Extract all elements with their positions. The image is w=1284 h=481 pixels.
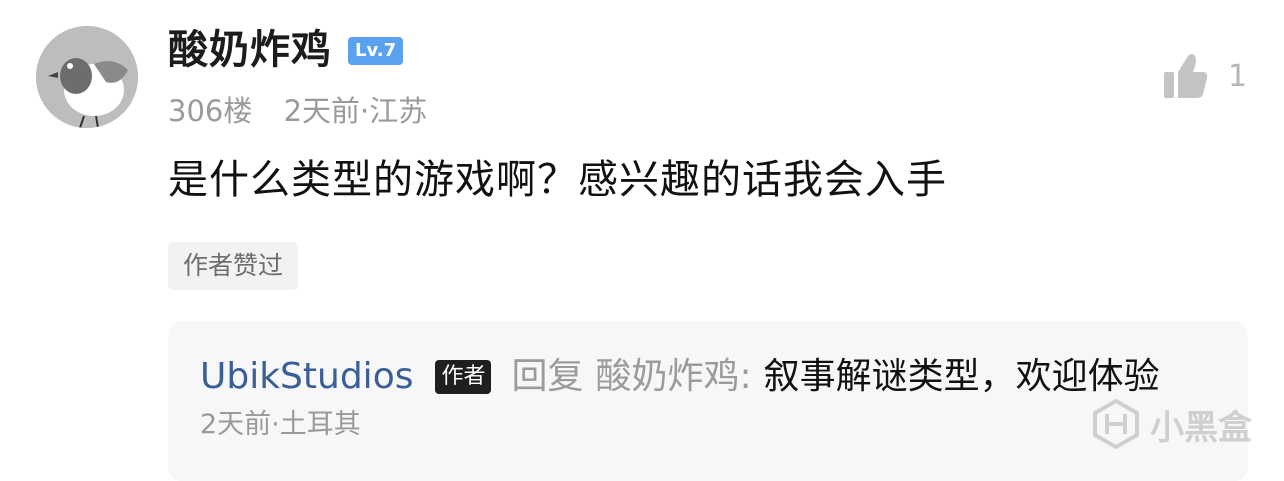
reply-box[interactable]: UbikStudios 作者 回复 酸奶炸鸡: 叙事解谜类型，欢迎体验 2天前·… (168, 321, 1248, 481)
reply-line: UbikStudios 作者 回复 酸奶炸鸡: 叙事解谜类型，欢迎体验 (200, 355, 1160, 399)
like-button[interactable]: 1 (1162, 52, 1247, 100)
reply-text: 叙事解谜类型，欢迎体验 (763, 356, 1160, 397)
username[interactable]: 酸奶炸鸡 (168, 26, 332, 74)
floor-number: 306楼 (168, 94, 253, 128)
watermark: 小黑盒 (1090, 398, 1252, 450)
author-tag: 作者 (435, 360, 492, 394)
like-count: 1 (1228, 58, 1248, 94)
heybox-logo-icon (1093, 398, 1139, 450)
post-time-location: 2天前·江苏 (283, 94, 428, 128)
avatar[interactable] (36, 26, 138, 128)
reply-word: 回复 (511, 356, 584, 397)
avatar-image (36, 26, 138, 128)
post-meta: 306楼 2天前·江苏 (168, 94, 427, 128)
reply-time-location: 2天前·土耳其 (200, 409, 361, 440)
reply-target-username[interactable]: 酸奶炸鸡: (596, 355, 752, 399)
reply-username[interactable]: UbikStudios (200, 355, 413, 399)
comment-text: 是什么类型的游戏啊？感兴趣的话我会入手 (168, 157, 947, 203)
author-liked-badge: 作者赞过 (168, 242, 299, 290)
watermark-text: 小黑盒 (1150, 407, 1252, 448)
thumbs-up-icon (1164, 54, 1208, 98)
level-badge: Lv.7 (348, 37, 404, 65)
